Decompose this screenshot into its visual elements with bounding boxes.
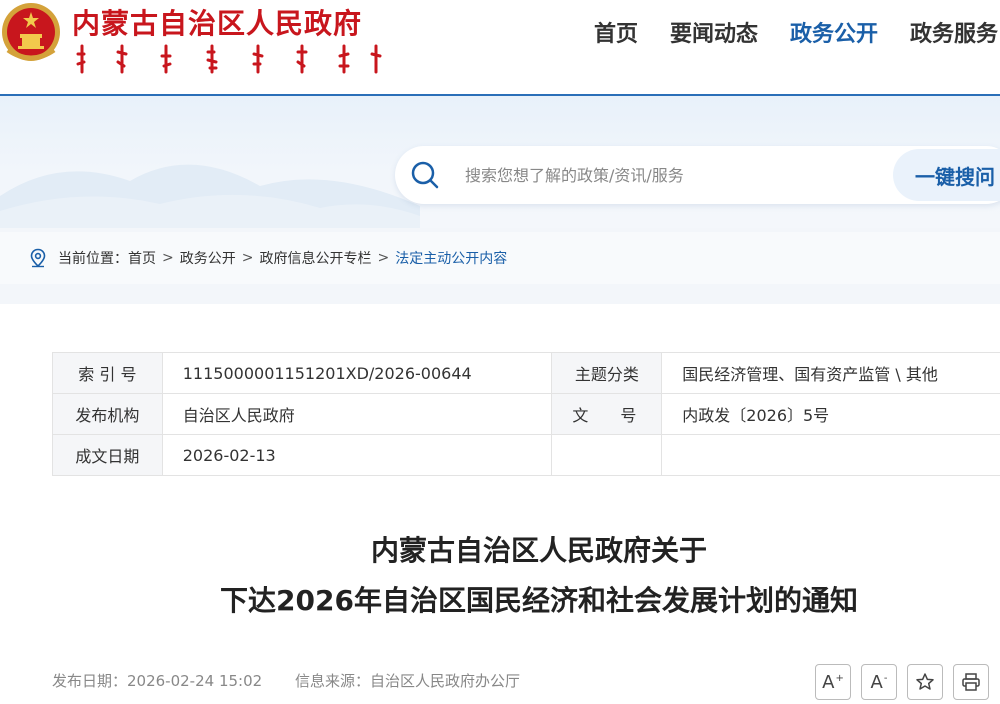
breadcrumb-current[interactable]: 法定主动公开内容 — [395, 248, 507, 268]
document-meta-table: 索 引 号 1115000001151201XD/2026-00644 主题分类… — [52, 352, 1000, 476]
publish-info: 发布日期：2026-02-24 15:02 信息来源：自治区人民政府办公厅 — [52, 670, 548, 691]
breadcrumb-separator: > — [162, 250, 174, 266]
site-title[interactable]: 内蒙古自治区人民政府 — [72, 2, 362, 42]
font-increase-icon: A+ — [822, 671, 844, 693]
breadcrumb-info-column[interactable]: 政府信息公开专栏 — [259, 248, 371, 268]
search-box: 一键搜问 — [395, 146, 1000, 204]
star-icon — [916, 673, 934, 690]
search-banner: 一键搜问 — [0, 96, 1000, 228]
national-emblem-icon[interactable] — [0, 0, 62, 66]
document-title: 内蒙古自治区人民政府关于 下达2026年自治区国民经济和社会发展计划的通知 — [0, 526, 1000, 626]
location-pin-icon — [30, 248, 46, 268]
meta-value-topic: 国民经济管理、国有资产监管 \ 其他 — [661, 352, 1000, 394]
meta-key-empty — [551, 434, 663, 476]
breadcrumb-prefix: 当前位置： — [58, 251, 128, 267]
breadcrumb-bar: 当前位置： 首页 > 政务公开 > 政府信息公开专栏 > 法定主动公开内容 — [0, 232, 1000, 284]
favorite-button[interactable] — [907, 664, 943, 700]
breadcrumb-separator: > — [377, 250, 390, 266]
mongolian-script-logo — [76, 44, 382, 74]
table-row: 索 引 号 1115000001151201XD/2026-00644 主题分类… — [52, 352, 1000, 394]
meta-key-index-no: 索 引 号 — [52, 352, 163, 394]
font-decrease-button[interactable]: A- — [861, 664, 897, 700]
font-decrease-icon: A- — [870, 671, 888, 693]
publish-date: 发布日期：2026-02-24 15:02 — [52, 672, 263, 690]
search-input[interactable] — [465, 160, 845, 190]
article-content: 索 引 号 1115000001151201XD/2026-00644 主题分类… — [0, 304, 1000, 704]
breadcrumb: 当前位置： 首页 > 政务公开 > 政府信息公开专栏 > 法定主动公开内容 — [28, 248, 507, 268]
meta-value-written-date: 2026-02-13 — [161, 434, 553, 476]
table-row: 发布机构 自治区人民政府 文 号 内政发〔2026〕5号 — [52, 393, 1000, 435]
print-button[interactable] — [953, 664, 989, 700]
search-button[interactable]: 一键搜问 — [893, 149, 1000, 201]
meta-key-publisher: 发布机构 — [52, 393, 163, 435]
nav-item-news[interactable]: 要闻动态 — [670, 18, 758, 54]
meta-value-index-no: 1115000001151201XD/2026-00644 — [161, 352, 553, 394]
meta-key-doc-number: 文 号 — [551, 393, 663, 435]
meta-value-publisher: 自治区人民政府 — [161, 393, 553, 435]
font-increase-button[interactable]: A+ — [815, 664, 851, 700]
info-source: 信息来源：自治区人民政府办公厅 — [294, 672, 520, 690]
print-icon — [962, 673, 980, 691]
meta-value-empty — [661, 434, 1000, 476]
search-icon[interactable] — [409, 159, 441, 191]
meta-value-doc-number: 内政发〔2026〕5号 — [661, 393, 1000, 435]
mountain-decoration — [0, 164, 420, 228]
breadcrumb-gov-affairs[interactable]: 政务公开 — [180, 248, 236, 268]
table-row: 成文日期 2026-02-13 — [52, 434, 1000, 476]
document-title-line2: 下达2026年自治区国民经济和社会发展计划的通知 — [220, 584, 858, 617]
nav-item-home[interactable]: 首页 — [594, 18, 638, 54]
article-tools: A+ A- — [815, 664, 989, 700]
breadcrumb-home[interactable]: 首页 — [128, 248, 156, 268]
nav-item-gov-services[interactable]: 政务服务 — [910, 18, 998, 54]
site-header: 内蒙古自治区人民政府 首页 要闻动态 政务公开 政务服务 — [0, 0, 1000, 96]
nav-item-gov-affairs[interactable]: 政务公开 — [790, 18, 878, 54]
meta-key-topic: 主题分类 — [551, 352, 663, 394]
breadcrumb-band: 当前位置： 首页 > 政务公开 > 政府信息公开专栏 > 法定主动公开内容 — [0, 228, 1000, 304]
main-nav: 首页 要闻动态 政务公开 政务服务 — [594, 18, 1000, 54]
meta-key-written-date: 成文日期 — [52, 434, 163, 476]
breadcrumb-separator: > — [241, 250, 254, 266]
document-title-line1: 内蒙古自治区人民政府关于 — [370, 534, 707, 567]
